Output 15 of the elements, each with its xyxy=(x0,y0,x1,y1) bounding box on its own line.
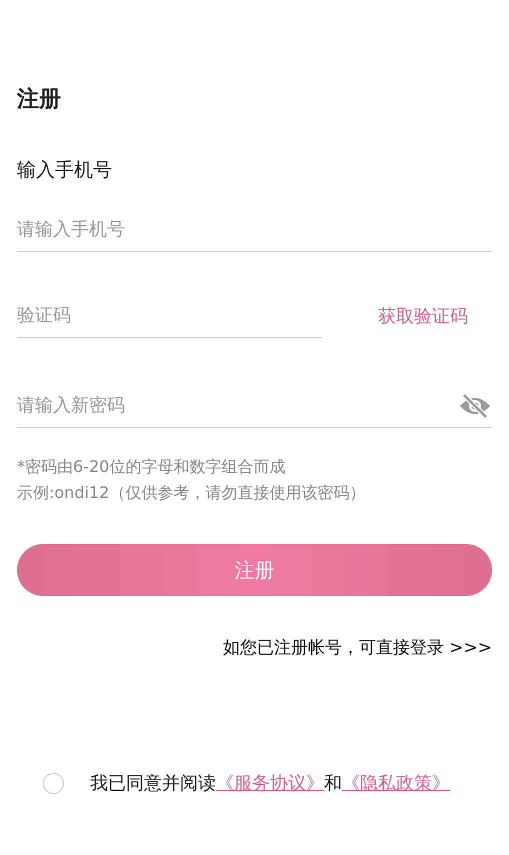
register-button[interactable]: 注册 xyxy=(17,544,492,596)
password-field[interactable]: 请输入新密码 xyxy=(17,384,458,427)
code-field[interactable]: 验证码 xyxy=(17,294,322,338)
field-label: 输入手机号 xyxy=(17,158,113,183)
get-code-button[interactable]: 获取验证码 xyxy=(378,302,468,330)
phone-field[interactable]: 请输入手机号 xyxy=(17,208,492,252)
login-link[interactable]: 如您已注册帐号，可直接登录 >>> xyxy=(222,636,492,662)
service-agreement-link[interactable]: 《服务协议》 xyxy=(216,772,324,794)
page-title: 注册 xyxy=(17,86,62,114)
eye-slash-icon[interactable] xyxy=(458,392,492,418)
hint-text: 示例:ondi12（仅供参考，请勿直接使用该密码） xyxy=(17,482,366,504)
hint-text: *密码由6-20位的字母和数字组合而成 xyxy=(17,456,286,478)
agreement-text: 我已同意并阅读《服务协议》和《隐私政策》 xyxy=(90,772,450,796)
privacy-policy-link[interactable]: 《隐私政策》 xyxy=(342,772,450,794)
agree-checkbox[interactable] xyxy=(43,772,64,794)
